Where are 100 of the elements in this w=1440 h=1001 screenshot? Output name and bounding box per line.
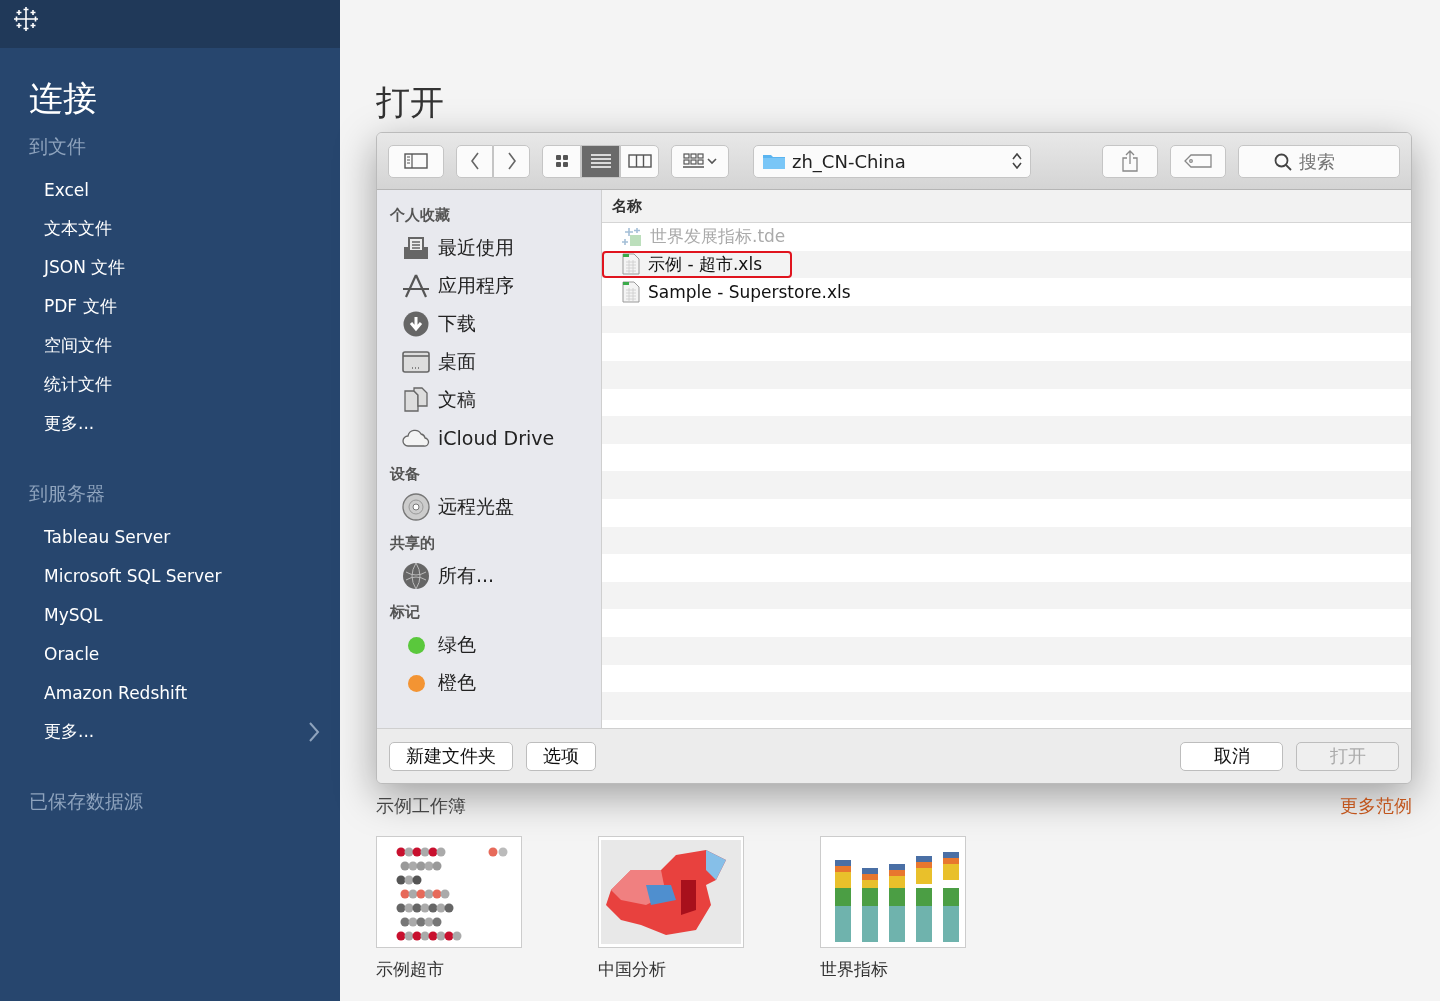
file-row[interactable]: Sample - Superstore.xls: [602, 278, 881, 306]
sidebar-item[interactable]: 远程光盘: [390, 488, 514, 526]
connector-link[interactable]: Amazon Redshift: [44, 682, 188, 703]
connector-link[interactable]: Microsoft SQL Server: [44, 565, 222, 586]
view-mode-button[interactable]: [620, 144, 659, 178]
sidebar-toggle-button[interactable]: [388, 144, 444, 178]
sidebar-section-title: 个人收藏: [390, 206, 450, 225]
sidebar-icon: [404, 153, 428, 169]
dot-marker: [436, 847, 446, 857]
connector-link[interactable]: Oracle: [44, 643, 100, 664]
file-row[interactable]: 示例 - 超市.xls: [602, 250, 792, 278]
dot-marker: [488, 847, 498, 857]
view-mode-button[interactable]: [542, 144, 581, 178]
list-icon: [590, 154, 611, 168]
dot-marker: [420, 903, 430, 913]
dot-marker: [416, 917, 426, 927]
sidebar-item[interactable]: 桌面: [390, 343, 476, 381]
tag-button[interactable]: [1170, 144, 1226, 178]
dot-marker: [428, 931, 438, 941]
dot-marker: [440, 889, 450, 899]
sidebar-item[interactable]: 绿色: [390, 626, 476, 664]
app-store-icon: [402, 273, 430, 299]
dot-marker: [408, 917, 418, 927]
dot-marker: [420, 931, 430, 941]
sidebar-section-title: 设备: [390, 465, 420, 484]
dot-marker: [444, 931, 454, 941]
share-button[interactable]: [1102, 144, 1158, 178]
section-title: 已保存数据源: [29, 789, 143, 814]
location-dropdown[interactable]: zh_CN-China: [753, 144, 1031, 178]
extract-file-icon: [622, 226, 642, 247]
sidebar-item[interactable]: 橙色: [390, 664, 476, 702]
chevron-right-icon[interactable]: [308, 720, 320, 743]
workbook-thumbnail[interactable]: [376, 836, 522, 948]
dialog-button[interactable]: 选项: [526, 741, 596, 771]
dot-marker: [416, 889, 426, 899]
column-header[interactable]: 名称: [602, 190, 1411, 223]
dot-marker: [424, 917, 434, 927]
connector-link[interactable]: MySQL: [44, 604, 103, 625]
spreadsheet-file-icon: [622, 253, 640, 276]
connector-link[interactable]: 统计文件: [44, 373, 112, 396]
connector-link[interactable]: Tableau Server: [44, 526, 171, 547]
workbook-title[interactable]: 世界指标: [820, 958, 888, 981]
connector-link[interactable]: JSON 文件: [44, 256, 126, 279]
sidebar-item[interactable]: 应用程序: [390, 267, 514, 305]
dot-marker: [404, 875, 414, 885]
connector-link[interactable]: 更多...: [44, 720, 95, 743]
connector-link[interactable]: 文本文件: [44, 217, 112, 240]
view-mode-button[interactable]: [581, 144, 620, 178]
grid-icon: [554, 154, 569, 168]
up-down-caret-icon: [1012, 152, 1022, 170]
dot-marker: [432, 889, 442, 899]
dot-marker: [404, 931, 414, 941]
documents-icon: [402, 387, 430, 413]
chevron-right-icon: [506, 152, 517, 170]
sidebar-item[interactable]: 所有...: [390, 557, 495, 595]
dot-marker: [400, 889, 410, 899]
dot-marker: [412, 847, 422, 857]
connector-link[interactable]: Excel: [44, 179, 90, 200]
cancel-button[interactable]: 取消: [1180, 741, 1283, 771]
forward-button[interactable]: [493, 144, 530, 178]
dialog-button[interactable]: 新建文件夹: [389, 741, 513, 771]
dot-marker: [412, 903, 422, 913]
dot-marker: [498, 847, 508, 857]
dot-marker: [436, 931, 446, 941]
spreadsheet-file-icon: [622, 281, 640, 303]
desktop-icon: [402, 351, 430, 373]
dot-marker: [432, 917, 442, 927]
sidebar-item[interactable]: 下载: [390, 305, 476, 343]
dot-marker: [408, 889, 418, 899]
globe-icon: [402, 562, 430, 590]
page-title: 打开: [376, 81, 444, 124]
search-icon: [1274, 152, 1292, 171]
share-icon: [1122, 150, 1138, 172]
dot-marker: [412, 875, 422, 885]
dot-marker: [444, 903, 454, 913]
search-field[interactable]: 搜索: [1238, 144, 1400, 178]
dot-marker: [404, 847, 414, 857]
cloud-icon: [402, 428, 430, 448]
connector-link[interactable]: 更多...: [44, 412, 95, 435]
dot-marker: [412, 931, 422, 941]
dot-marker: [396, 847, 406, 857]
sidebar-item[interactable]: 文稿: [390, 381, 476, 419]
dot-marker: [400, 917, 410, 927]
dot-marker: [428, 903, 438, 913]
download-icon: [402, 311, 430, 337]
dot-marker: [428, 847, 438, 857]
logo-icon: [13, 6, 39, 32]
workbook-title[interactable]: 示例超市: [376, 958, 444, 981]
dot-marker: [420, 847, 430, 857]
connector-link[interactable]: PDF 文件: [44, 295, 117, 318]
dot-marker: [396, 931, 406, 941]
grid-caret-icon: [683, 153, 717, 169]
workbook-title[interactable]: 中国分析: [598, 958, 666, 981]
sidebar-item[interactable]: iCloud Drive: [390, 419, 555, 457]
tag-icon: [1184, 154, 1212, 168]
connector-link[interactable]: 空间文件: [44, 334, 112, 357]
dot-marker: [400, 861, 410, 871]
sidebar-item[interactable]: 最近使用: [390, 229, 514, 267]
arrange-button[interactable]: [671, 144, 729, 178]
back-button[interactable]: [456, 144, 493, 178]
